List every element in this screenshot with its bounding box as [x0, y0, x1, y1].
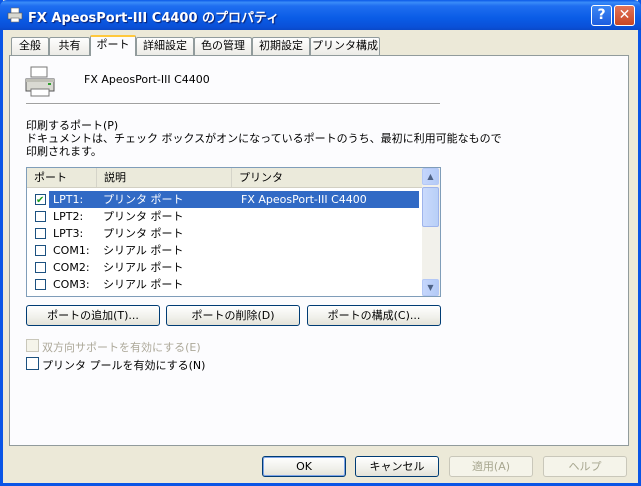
- bidirectional-checkbox[interactable]: [26, 339, 39, 352]
- port-name: COM1:: [53, 244, 90, 257]
- port-description: プリンタ ポート: [103, 193, 184, 206]
- port-row-lpt2[interactable]: LPT2: プリンタ ポート: [27, 208, 422, 225]
- tab-general[interactable]: 全般: [11, 37, 49, 55]
- ports-list-scrollbar[interactable]: ▲ ▼: [422, 168, 440, 296]
- close-button[interactable]: ✕: [614, 5, 635, 26]
- port-description: プリンタ ポート: [103, 210, 184, 223]
- port-name: LPT3:: [53, 227, 84, 240]
- port-printer: FX ApeosPort-III C4400: [241, 193, 367, 206]
- port-name: LPT2:: [53, 210, 84, 223]
- window-title: FX ApeosPort-III C4400 のプロパティ: [28, 11, 280, 26]
- port-name: COM3:: [53, 278, 90, 291]
- tab-ports[interactable]: ポート: [90, 35, 136, 56]
- port-checkbox-lpt1[interactable]: [35, 192, 46, 209]
- ports-description-line2: 印刷されます。: [26, 145, 102, 158]
- scroll-down-arrow-icon[interactable]: ▼: [422, 279, 439, 296]
- tab-advanced[interactable]: 詳細設定: [136, 37, 194, 55]
- port-checkbox-lpt3[interactable]: [35, 228, 46, 239]
- port-description: プリンタ ポート: [103, 227, 184, 240]
- column-printer[interactable]: プリンタ: [232, 168, 422, 187]
- scroll-up-arrow-icon[interactable]: ▲: [422, 168, 439, 185]
- tab-default-settings[interactable]: 初期設定: [252, 37, 310, 55]
- port-row-lpt3[interactable]: LPT3: プリンタ ポート: [27, 225, 422, 242]
- port-description: シリアル ポート: [103, 278, 184, 291]
- help-dialog-button[interactable]: ヘルプ: [543, 456, 627, 477]
- port-checkbox-com1[interactable]: [35, 245, 46, 256]
- printer-name: FX ApeosPort-III C4400: [84, 73, 210, 86]
- ports-list-header: ポート 説明 プリンタ: [27, 168, 422, 188]
- port-description: シリアル ポート: [103, 261, 184, 274]
- port-row-com2[interactable]: COM2: シリアル ポート: [27, 259, 422, 276]
- cancel-button[interactable]: キャンセル: [355, 456, 439, 477]
- tab-sharing[interactable]: 共有: [49, 37, 90, 55]
- delete-port-button[interactable]: ポートの削除(D): [166, 305, 300, 326]
- apply-button[interactable]: 適用(A): [449, 456, 533, 477]
- help-button[interactable]: ?: [591, 5, 612, 26]
- port-checkbox-lpt2[interactable]: [35, 211, 46, 222]
- divider: [26, 103, 440, 105]
- title-bar[interactable]: FX ApeosPort-III C4400 のプロパティ ? ✕: [0, 0, 641, 30]
- port-checkbox-com3[interactable]: [35, 279, 46, 290]
- ports-list[interactable]: ポート 説明 プリンタ LPT1: プリンタ ポート FX ApeosPort-…: [26, 167, 441, 297]
- bidirectional-label: 双方向サポートを有効にする(E): [42, 341, 201, 354]
- port-row-lpt1[interactable]: LPT1: プリンタ ポート FX ApeosPort-III C4400: [27, 191, 422, 209]
- add-port-button[interactable]: ポートの追加(T)...: [26, 305, 160, 326]
- port-row-com3[interactable]: COM3: シリアル ポート: [27, 276, 422, 293]
- column-description[interactable]: 説明: [97, 168, 232, 187]
- port-description: シリアル ポート: [103, 244, 184, 257]
- properties-window: FX ApeosPort-III C4400 のプロパティ ? ✕ 全般 共有 …: [0, 0, 641, 486]
- port-checkbox-com2[interactable]: [35, 262, 46, 273]
- printer-large-icon: [25, 66, 55, 97]
- printer-icon: [7, 7, 23, 23]
- scroll-thumb[interactable]: [422, 187, 439, 227]
- port-name: LPT1:: [53, 193, 84, 206]
- printer-pooling-label: プリンタ プールを有効にする(N): [42, 359, 206, 372]
- column-port[interactable]: ポート: [27, 168, 97, 187]
- port-name: COM2:: [53, 261, 90, 274]
- tab-color-management[interactable]: 色の管理: [194, 37, 252, 55]
- tab-printer-configuration[interactable]: プリンタ構成: [310, 37, 380, 55]
- printer-pooling-checkbox[interactable]: [26, 357, 39, 370]
- port-row-com1[interactable]: COM1: シリアル ポート: [27, 242, 422, 259]
- configure-port-button[interactable]: ポートの構成(C)...: [307, 305, 441, 326]
- ok-button[interactable]: OK: [262, 456, 346, 477]
